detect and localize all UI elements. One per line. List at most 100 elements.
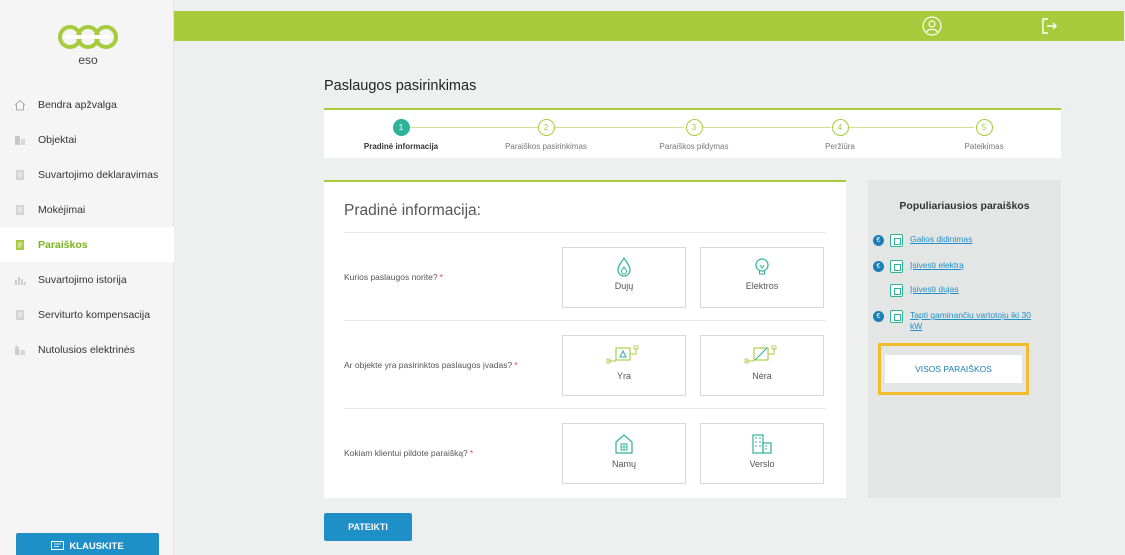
eso-logo-icon <box>58 25 118 49</box>
popular-item: Įsivesti dujas <box>873 284 1040 297</box>
sidebar-item-servituto-kompensacija[interactable]: Serviturto kompensacija <box>0 297 174 332</box>
document-icon <box>16 309 24 320</box>
step-number: 1 <box>392 119 410 136</box>
step-label: Pateikimas <box>964 142 1004 151</box>
sidebar-item-suvartojimo-deklaravimas[interactable]: Suvartojimo deklaravimas <box>0 157 174 192</box>
ask-button[interactable]: KLAUSKITE <box>16 533 159 555</box>
sidebar-item-mokejimai[interactable]: Mokėjimai <box>0 192 174 227</box>
option-label: Namų <box>611 459 636 469</box>
connection-yes-option[interactable]: Yra <box>562 335 686 396</box>
power-plant-icon <box>15 344 25 355</box>
step-number: 5 <box>975 119 993 136</box>
question-text: Kurios paslaugos norite? <box>344 272 438 282</box>
step-3: 3 Paraiškos pildymas <box>634 119 754 151</box>
user-profile-icon[interactable] <box>922 16 942 36</box>
logout-icon[interactable] <box>1040 16 1060 36</box>
progress-stepper: 1 Pradinė informacija 2 Paraiškos pasiri… <box>324 108 1061 158</box>
meter-disconnected-icon <box>744 345 777 364</box>
document-icon <box>16 169 24 180</box>
connection-question: Ar objekte yra pasirinktos paslaugos įva… <box>344 321 518 409</box>
meter-connected-icon <box>606 345 639 364</box>
popular-item-link[interactable]: Įsivesti elektrą <box>910 260 1040 271</box>
popular-applications-panel: Populiariausios paraiškos € Galios didin… <box>868 180 1061 498</box>
panel-title: Populiariausios paraiškos <box>899 200 1030 212</box>
euro-icon-placeholder <box>873 285 884 296</box>
sidebar-item-nutolusios-elektrines[interactable]: Nutolusios elektrinės <box>0 332 174 367</box>
service-type-row: Kurios paslaugos norite? * Dujų Elektros <box>344 232 826 320</box>
sidebar-item-label: Nutolusios elektrinės <box>38 343 135 356</box>
step-1: 1 Pradinė informacija <box>341 119 461 151</box>
step-label: Paraiškos pildymas <box>659 142 729 151</box>
step-label: Paraiškos pasirinkimas <box>505 142 587 151</box>
document-icon <box>890 310 903 323</box>
service-type-question: Kurios paslaugos norite? * <box>344 233 443 321</box>
application-icon <box>16 239 24 250</box>
popular-item: € Tapti gaminančiu vartotoju iki 30 kW <box>873 310 1040 332</box>
popular-item-link[interactable]: Tapti gaminančiu vartotoju iki 30 kW <box>910 310 1040 332</box>
step-5: 5 Pateikimas <box>924 119 1044 151</box>
sidebar-item-paraiskos[interactable]: Paraiškos <box>0 227 174 262</box>
option-label: Verslo <box>749 459 775 469</box>
building-icon <box>15 135 25 145</box>
electricity-option[interactable]: Elektros <box>700 247 824 308</box>
sidebar-item-bendra-apzvalga[interactable]: Bendra apžvalga <box>0 87 174 122</box>
step-number: 3 <box>685 119 703 136</box>
client-type-row: Kokiam klientui pildote paraišką? * Namų … <box>344 408 826 496</box>
euro-icon: € <box>873 235 884 246</box>
top-bar <box>174 11 1124 41</box>
home-icon <box>14 99 26 110</box>
option-label: Dujų <box>614 281 634 291</box>
required-marker: * <box>439 272 443 282</box>
connection-row: Ar objekte yra pasirinktos paslaugos įva… <box>344 320 826 408</box>
sidebar-item-suvartojimo-istorija[interactable]: Suvartojimo istorija <box>0 262 174 297</box>
form-title: Pradinė informacija: <box>344 202 481 219</box>
sidebar-nav: Bendra apžvalga Objektai Suvartojimo dek… <box>0 87 174 367</box>
sidebar-item-label: Bendra apžvalga <box>38 98 117 111</box>
eso-logo[interactable]: eso <box>56 22 120 70</box>
house-icon <box>615 434 633 454</box>
step-2: 2 Paraiškos pasirinkimas <box>486 119 606 151</box>
popular-item: € Galios didinimas <box>873 234 1040 247</box>
step-label: Peržiūra <box>825 142 855 151</box>
document-icon <box>890 234 903 247</box>
initial-info-form: Pradinė informacija: Kurios paslaugos no… <box>324 180 846 498</box>
question-text: Ar objekte yra pasirinktos paslaugos įva… <box>344 360 513 370</box>
sidebar: eso Bendra apžvalga Objektai Suvartojimo… <box>0 0 174 555</box>
ask-button-label: KLAUSKITE <box>69 540 124 552</box>
option-label: Yra <box>616 371 631 381</box>
required-marker: * <box>469 448 474 458</box>
office-building-icon <box>752 434 772 454</box>
step-number: 4 <box>831 119 849 136</box>
required-marker: * <box>514 360 518 370</box>
popular-item-link[interactable]: Įsivesti dujas <box>910 284 1040 295</box>
connection-no-option[interactable]: Nėra <box>700 335 824 396</box>
lightbulb-icon <box>755 258 769 275</box>
sidebar-item-label: Paraiškos <box>38 238 88 251</box>
popular-item: € Įsivesti elektrą <box>873 260 1040 273</box>
euro-icon: € <box>873 311 884 322</box>
document-icon <box>890 284 903 297</box>
step-label: Pradinė informacija <box>363 142 439 151</box>
sidebar-item-objektai[interactable]: Objektai <box>0 122 174 157</box>
chat-icon <box>51 541 65 550</box>
client-type-question: Kokiam klientui pildote paraišką? * <box>344 409 473 497</box>
all-applications-button[interactable]: VISOS PARAIŠKOS <box>885 355 1022 383</box>
question-text: Kokiam klientui pildote paraišką? <box>344 448 468 458</box>
submit-button[interactable]: PATEIKTI <box>324 513 412 541</box>
euro-icon: € <box>873 261 884 272</box>
sidebar-item-label: Serviturto kompensacija <box>38 308 151 321</box>
option-label: Nėra <box>752 371 772 381</box>
sidebar-item-label: Suvartojimo istorija <box>38 273 127 286</box>
step-4: 4 Peržiūra <box>780 119 900 151</box>
bar-chart-icon <box>15 276 26 285</box>
sidebar-item-label: Suvartojimo deklaravimas <box>38 168 159 181</box>
option-label: Elektros <box>745 281 779 291</box>
household-option[interactable]: Namų <box>562 423 686 484</box>
document-icon <box>890 260 903 273</box>
gas-option[interactable]: Dujų <box>562 247 686 308</box>
popular-item-link[interactable]: Galios didinimas <box>910 234 1040 245</box>
flame-icon <box>617 257 631 277</box>
business-option[interactable]: Verslo <box>700 423 824 484</box>
highlight-box: VISOS PARAIŠKOS <box>878 343 1029 395</box>
logo-text: eso <box>78 53 98 67</box>
